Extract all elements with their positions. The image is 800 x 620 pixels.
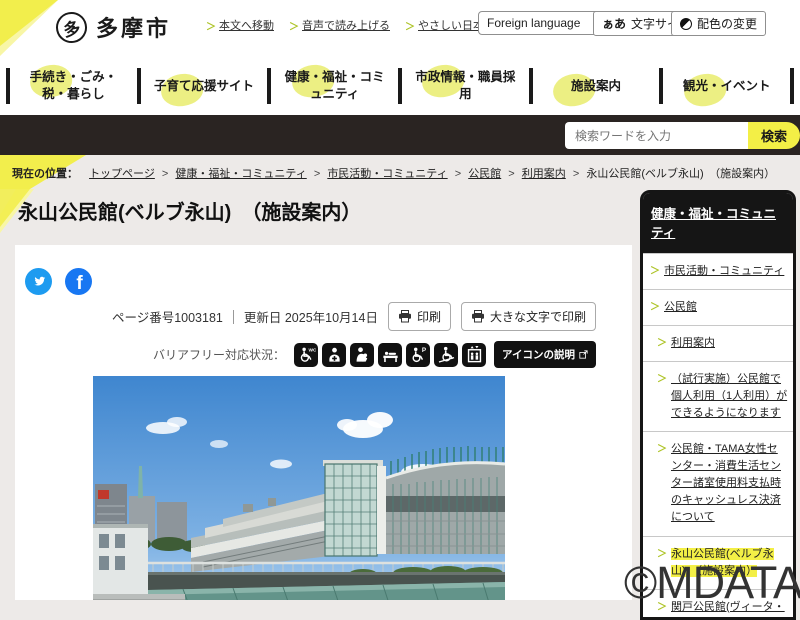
print-large-button[interactable]: 大きな文字で印刷	[460, 302, 596, 331]
page-title: 永山公民館(ベルブ永山) （施設案内）	[18, 202, 362, 224]
nav-item-city-info[interactable]: 市政情報・職員採用	[402, 60, 529, 103]
font-size-icon: ぁあ	[602, 17, 627, 31]
site-header: 多 多摩市 ＞本文へ移動 ＞音声で読み上げる ＞やさしい日本語 ＞ふりがな Fo…	[0, 0, 800, 57]
external-link-icon	[579, 350, 588, 359]
site-logo[interactable]: 多 多摩市	[53, 8, 172, 46]
chevron-right-icon: ＞	[289, 21, 299, 33]
chevron-right-icon: ＞	[657, 444, 667, 456]
sidebar-item-civic-community[interactable]: ＞ 市民活動・コミュニティ	[643, 253, 793, 289]
nav-item-tourism[interactable]: 観光・イベント	[663, 68, 790, 111]
updated-date: 更新日 2025年10月14日	[243, 311, 378, 325]
facility-photo	[93, 376, 505, 600]
breadcrumb-label: 現在の位置：	[12, 168, 78, 180]
diaper-changing-icon	[378, 342, 403, 367]
breadcrumb-separator: >	[313, 168, 321, 180]
svg-text:P: P	[421, 347, 425, 354]
color-scheme-label: 配色の変更	[697, 17, 758, 31]
search-button[interactable]: 検索	[747, 122, 800, 149]
printer-icon	[471, 310, 484, 323]
chevron-right-icon: ＞	[650, 266, 660, 277]
facebook-share-button[interactable]: f	[65, 268, 92, 295]
barrier-free-label: バリアフリー対応状況：	[153, 348, 286, 362]
breadcrumb-link-guide[interactable]: 利用案内	[522, 168, 566, 180]
nav-item-childcare[interactable]: 子育て応援サイト	[141, 68, 268, 111]
nav-item-label: 子育て応援サイト	[154, 78, 255, 93]
breadcrumb-link-civic[interactable]: 市民活動・コミュニティ	[327, 168, 447, 180]
chevron-right-icon: ＞	[657, 374, 667, 386]
mdata-watermark: ©MDATA	[624, 557, 800, 608]
sidebar-item-trial-individual-use[interactable]: ＞ （試行実施）公民館で個人利用（1人利用）ができるようになります	[643, 361, 793, 431]
main-content: f ページ番号1003181 更新日 2025年10月14日 印刷 大きな文字で…	[15, 245, 632, 600]
breadcrumb-link-health[interactable]: 健康・福祉・コミュニティ	[175, 168, 306, 180]
nav-item-procedures[interactable]: 手続き・ごみ・税・暮らし	[10, 60, 137, 103]
tama-city-logo-icon: 多	[53, 8, 90, 46]
page-info-row: ページ番号1003181 更新日 2025年10月14日 印刷 大きな文字で印刷	[112, 302, 596, 331]
elevator-icon	[462, 342, 487, 367]
divider	[232, 309, 234, 324]
sidebar-title[interactable]: 健康・福祉・コミュニティ	[643, 193, 793, 253]
sidebar-item-cashless-payment[interactable]: ＞ 公民館・TAMA女性センター・消費生活センター諸室使用料支払時のキャッシュレ…	[643, 431, 793, 535]
breadcrumb-separator: >	[572, 168, 580, 180]
sidebar-item-label: 利用案内	[671, 337, 715, 350]
sidebar-item-label: （試行実施）公民館で個人利用（1人利用）ができるようになります	[671, 373, 788, 420]
wheelchair-access-icon	[434, 342, 459, 367]
search-group: 検索	[565, 122, 800, 149]
nav-item-label: 観光・イベント	[682, 78, 771, 93]
page-number: ページ番号1003181	[111, 311, 223, 325]
nav-item-label: 施設案内	[571, 78, 622, 93]
chevron-right-icon: ＞	[206, 21, 216, 33]
icon-help-button[interactable]: アイコンの説明	[494, 341, 596, 368]
main-nav: 手続き・ごみ・税・暮らし 子育て応援サイト 健康・福祉・コミュニティ 市政情報・…	[0, 57, 800, 115]
svg-text:f: f	[76, 273, 83, 294]
facebook-icon: f	[76, 273, 83, 294]
nav-item-facilities[interactable]: 施設案内	[533, 68, 660, 111]
language-select[interactable]: Foreign language ▼	[478, 11, 611, 35]
accessible-parking-icon: P	[406, 342, 431, 367]
sidebar-item-usage-guide[interactable]: ＞ 利用案内	[643, 325, 793, 361]
search-bar: 検索	[0, 115, 800, 155]
chevron-right-icon: ＞	[657, 338, 667, 350]
print-large-label: 大きな文字で印刷	[489, 310, 586, 324]
color-scheme-button[interactable]: 配色の変更	[671, 11, 767, 36]
sidebar-item-label: 公民館	[664, 301, 697, 314]
breadcrumb-separator: >	[161, 168, 169, 180]
sidebar-item-label: 市民活動・コミュニティ	[664, 265, 785, 277]
sidebar-item-label: 公民館・TAMA女性センター・消費生活センター諸室使用料支払時のキャッシュレス決…	[671, 443, 781, 524]
breadcrumb: 現在の位置： トップページ > 健康・福祉・コミュニティ > 市民活動・コミュニ…	[0, 155, 800, 189]
nursing-room-icon	[350, 342, 375, 367]
breadcrumb-link-home[interactable]: トップページ	[89, 168, 155, 180]
site-title: 多摩市	[96, 16, 172, 41]
barrier-free-row: バリアフリー対応状況： WC P アイコンの説明	[153, 341, 596, 368]
sidebar-menu: 健康・福祉・コミュニティ ＞ 市民活動・コミュニティ ＞ 公民館 ＞ 利用案内 …	[640, 190, 796, 620]
nav-divider	[790, 68, 795, 104]
icon-help-label: アイコンの説明	[502, 349, 575, 361]
twitter-share-button[interactable]	[25, 268, 52, 295]
social-share-row: f	[25, 268, 92, 295]
nav-item-health-welfare[interactable]: 健康・福祉・コミュニティ	[271, 60, 398, 103]
twitter-icon	[33, 276, 45, 285]
svg-text:WC: WC	[308, 347, 316, 353]
language-select-value: Foreign language	[487, 16, 581, 30]
chevron-right-icon: ＞	[650, 302, 660, 314]
sidebar-item-kominkan[interactable]: ＞ 公民館	[643, 289, 793, 325]
breadcrumb-separator: >	[508, 168, 515, 180]
breadcrumb-separator: >	[454, 168, 462, 180]
printer-icon	[398, 310, 411, 323]
breadcrumb-link-kominkan[interactable]: 公民館	[468, 168, 501, 180]
reception-icon	[322, 342, 347, 367]
search-input[interactable]	[565, 122, 748, 149]
print-label: 印刷	[416, 310, 441, 324]
breadcrumb-current: 永山公民館(ベルブ永山) （施設案内）	[586, 168, 776, 180]
chevron-right-icon: ＞	[405, 21, 415, 33]
print-button[interactable]: 印刷	[387, 302, 451, 331]
accessible-toilet-icon: WC	[294, 342, 319, 367]
skip-to-content-link[interactable]: 本文へ移動	[219, 17, 274, 33]
read-aloud-link[interactable]: 音声で読み上げる	[302, 17, 390, 33]
palette-icon	[680, 17, 692, 30]
